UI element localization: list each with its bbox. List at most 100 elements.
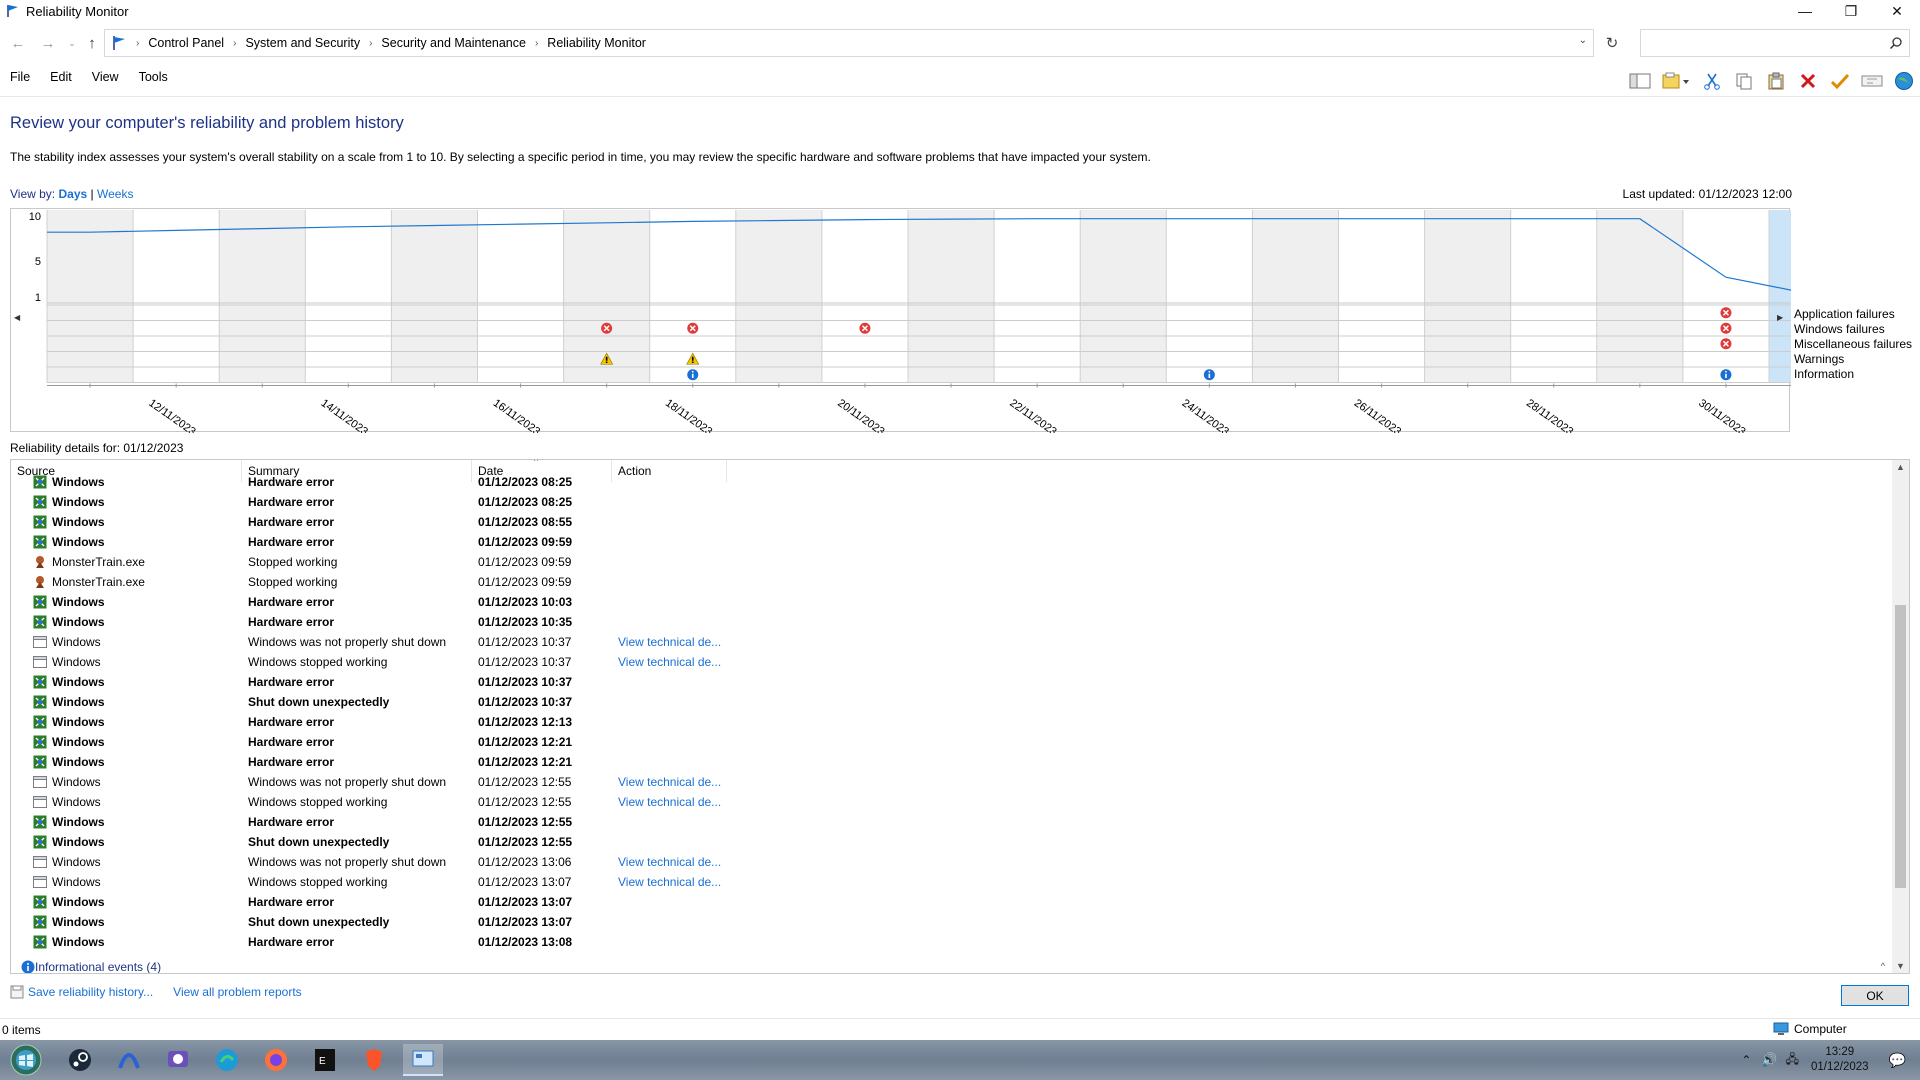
breadcrumb-control-panel[interactable]: Control Panel bbox=[148, 36, 224, 50]
error-marker-icon[interactable] bbox=[687, 322, 699, 334]
informational-events-group[interactable]: Informational events (4) bbox=[21, 960, 161, 973]
view-by-weeks-link[interactable]: Weeks bbox=[97, 187, 133, 201]
rename-icon[interactable] bbox=[1856, 67, 1888, 95]
network-icon[interactable]: 🖧 bbox=[1786, 1050, 1799, 1071]
paste-icon[interactable] bbox=[1760, 67, 1792, 95]
table-row[interactable]: MonsterTrain.exe Stopped working 01/12/202… bbox=[11, 572, 1891, 592]
row-action-link[interactable]: View technical de... bbox=[612, 775, 732, 789]
steam-icon[interactable] bbox=[60, 1044, 100, 1076]
menu-view[interactable]: View bbox=[82, 70, 129, 90]
refresh-icon[interactable]: ↻ bbox=[1600, 33, 1624, 53]
github-desktop-icon[interactable] bbox=[158, 1044, 198, 1076]
info-marker-icon[interactable] bbox=[1720, 369, 1732, 381]
breadcrumb-system-and-security[interactable]: System and Security bbox=[245, 36, 360, 50]
table-row[interactable]: Windows Hardware error 01/12/2023 10:03 bbox=[11, 592, 1891, 612]
table-row[interactable]: Windows Hardware error 01/12/2023 10:37 bbox=[11, 672, 1891, 692]
row-date: 01/12/2023 13:07 bbox=[478, 895, 573, 909]
scroll-down-icon[interactable]: ▼ bbox=[1896, 961, 1905, 971]
search-input[interactable] bbox=[1640, 29, 1910, 57]
table-row[interactable]: Windows Hardware error 01/12/2023 09:59 bbox=[11, 532, 1891, 552]
notifications-icon[interactable]: 💬 bbox=[1889, 1052, 1906, 1069]
error-marker-icon[interactable] bbox=[601, 322, 613, 334]
row-action-link[interactable]: View technical de... bbox=[612, 875, 732, 889]
maximize-button[interactable]: ❐ bbox=[1828, 0, 1874, 22]
error-marker-icon[interactable] bbox=[1720, 338, 1732, 350]
table-row[interactable]: Windows Windows was not properly shut dow… bbox=[11, 852, 1891, 872]
cut-icon[interactable] bbox=[1696, 67, 1728, 95]
minimize-button[interactable]: — bbox=[1782, 0, 1828, 22]
save-reliability-history-link[interactable]: Save reliability history... bbox=[28, 985, 153, 999]
table-row[interactable]: MonsterTrain.exe Stopped working 01/12/202… bbox=[11, 552, 1891, 572]
edge-icon[interactable] bbox=[207, 1044, 247, 1076]
row-action-link[interactable]: View technical de... bbox=[612, 795, 732, 809]
table-row[interactable]: Windows Windows stopped working 01/12/2023… bbox=[11, 872, 1891, 892]
arc-icon[interactable] bbox=[109, 1044, 149, 1076]
control-panel-icon[interactable] bbox=[403, 1044, 443, 1076]
table-row[interactable]: Windows Hardware error 01/12/2023 12:55 bbox=[11, 812, 1891, 832]
ok-button[interactable]: OK bbox=[1841, 985, 1909, 1006]
check-icon[interactable] bbox=[1824, 67, 1856, 95]
stability-chart[interactable]: 10 5 1 12/11/2023 14/11/2023 16/11/2023 18/11/… bbox=[10, 208, 1791, 433]
status-computer: Computer bbox=[1773, 1022, 1847, 1036]
menu-edit[interactable]: Edit bbox=[40, 70, 82, 90]
menu-tools[interactable]: Tools bbox=[129, 70, 178, 90]
table-row[interactable]: Windows Hardware error 01/12/2023 08:25 bbox=[11, 472, 1891, 492]
delete-icon[interactable] bbox=[1792, 67, 1824, 95]
properties-icon[interactable] bbox=[1656, 67, 1696, 95]
scroll-up-icon[interactable]: ▲ bbox=[1896, 462, 1905, 472]
table-row[interactable]: Windows Windows stopped working 01/12/2023… bbox=[11, 652, 1891, 672]
chart-day-column bbox=[1596, 210, 1683, 383]
up-arrow-icon[interactable]: ↑ bbox=[82, 33, 102, 53]
chart-day-column bbox=[1769, 210, 1791, 383]
table-row[interactable]: Windows Hardware error 01/12/2023 10:35 bbox=[11, 612, 1891, 632]
collapse-group-icon[interactable]: ^ bbox=[1881, 961, 1885, 971]
address-dropdown-icon[interactable]: ⌄ bbox=[1579, 35, 1587, 46]
table-row[interactable]: Windows Hardware error 01/12/2023 12:21 bbox=[11, 732, 1891, 752]
start-orb-icon[interactable] bbox=[6, 1044, 46, 1076]
chart-scroll-right-icon[interactable]: ▶ bbox=[1777, 313, 1783, 322]
table-row[interactable]: Windows Hardware error 01/12/2023 12:13 bbox=[11, 712, 1891, 732]
view-all-problem-reports-link[interactable]: View all problem reports bbox=[173, 985, 302, 999]
close-button[interactable]: ✕ bbox=[1874, 0, 1920, 22]
table-row[interactable]: Windows Hardware error 01/12/2023 08:55 bbox=[11, 512, 1891, 532]
table-row[interactable]: Windows Hardware error 01/12/2023 08:25 bbox=[11, 492, 1891, 512]
chart-scroll-left-icon[interactable]: ◀ bbox=[14, 313, 20, 322]
info-marker-icon[interactable] bbox=[1203, 369, 1215, 381]
error-marker-icon[interactable] bbox=[1720, 322, 1732, 334]
table-row[interactable]: Windows Windows was not properly shut dow… bbox=[11, 632, 1891, 652]
globe-icon[interactable] bbox=[1888, 67, 1920, 95]
tray-overflow-chevron-icon[interactable]: ⌃ bbox=[1741, 1053, 1751, 1067]
error-marker-icon[interactable] bbox=[859, 322, 871, 334]
table-row[interactable]: Windows Hardware error 01/12/2023 12:21 bbox=[11, 752, 1891, 772]
table-row[interactable]: Windows Shut down unexpectedly 01/12/2023 … bbox=[11, 832, 1891, 852]
recent-chevron-icon[interactable]: ⌄ bbox=[62, 33, 82, 53]
table-scrollbar[interactable]: ▲ ▼ bbox=[1892, 460, 1909, 973]
menu-file[interactable]: File bbox=[0, 70, 40, 90]
breadcrumb-security-and-maintenance[interactable]: Security and Maintenance bbox=[381, 36, 526, 50]
brave-icon[interactable] bbox=[354, 1044, 394, 1076]
breadcrumb-reliability-monitor[interactable]: Reliability Monitor bbox=[547, 36, 646, 50]
error-marker-icon[interactable] bbox=[1720, 307, 1732, 319]
scrollbar-thumb[interactable] bbox=[1895, 605, 1906, 888]
view-by-days-link[interactable]: Days bbox=[58, 187, 87, 201]
table-row[interactable]: Windows Hardware error 01/12/2023 13:08 bbox=[11, 932, 1891, 952]
row-action-link[interactable]: View technical de... bbox=[612, 855, 732, 869]
volume-icon[interactable]: 🔊 bbox=[1761, 1052, 1777, 1068]
epic-games-icon[interactable]: E bbox=[305, 1044, 345, 1076]
row-action-link[interactable]: View technical de... bbox=[612, 635, 732, 649]
table-row[interactable]: Windows Shut down unexpectedly 01/12/2023 … bbox=[11, 912, 1891, 932]
pane-icon[interactable] bbox=[1624, 67, 1656, 95]
row-action-link[interactable]: View technical de... bbox=[612, 655, 732, 669]
copy-icon[interactable] bbox=[1728, 67, 1760, 95]
back-arrow-icon[interactable]: ← bbox=[8, 33, 28, 53]
clock[interactable]: 13:29 01/12/2023 bbox=[1811, 1045, 1869, 1075]
table-row[interactable]: Windows Hardware error 01/12/2023 13:07 bbox=[11, 892, 1891, 912]
table-row[interactable]: Windows Windows stopped working 01/12/2023… bbox=[11, 792, 1891, 812]
table-row[interactable]: Windows Windows was not properly shut dow… bbox=[11, 772, 1891, 792]
breadcrumb-separator-icon: › bbox=[369, 37, 373, 49]
table-row[interactable]: Windows Shut down unexpectedly 01/12/2023 … bbox=[11, 692, 1891, 712]
firefox-icon[interactable] bbox=[256, 1044, 296, 1076]
address-bar[interactable]: › Control Panel › System and Security › … bbox=[104, 29, 1594, 57]
forward-arrow-icon[interactable]: → bbox=[38, 33, 58, 53]
info-marker-icon[interactable] bbox=[687, 369, 699, 381]
